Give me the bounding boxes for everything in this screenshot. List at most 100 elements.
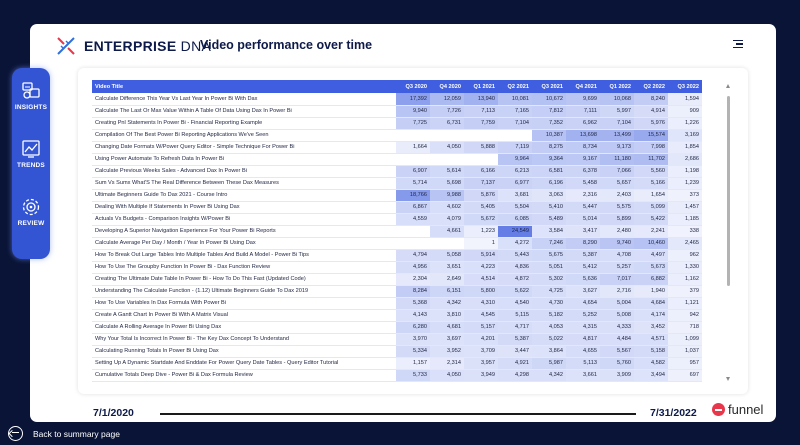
- column-header-video-title[interactable]: Video Title: [92, 80, 396, 93]
- column-header-quarter[interactable]: Q2 2021: [498, 80, 532, 93]
- views-cell: 5,575: [600, 201, 634, 214]
- back-to-summary-button[interactable]: Back to summary page: [8, 426, 120, 441]
- column-header-quarter[interactable]: Q1 2022: [600, 80, 634, 93]
- table-row[interactable]: Creating Pnl Statements In Power Bi - Fi…: [92, 117, 702, 130]
- video-title-cell: How To Use The Groupby Function In Power…: [92, 261, 396, 274]
- views-cell: 5,443: [498, 249, 532, 262]
- views-cell: 9,964: [498, 153, 532, 166]
- column-header-quarter[interactable]: Q3 2021: [532, 80, 566, 93]
- views-cell: 5,004: [600, 297, 634, 310]
- views-cell: 4,956: [396, 261, 430, 274]
- table-row[interactable]: Compilation Of The Best Power Bi Reporti…: [92, 129, 702, 142]
- views-cell: 5,410: [532, 201, 566, 214]
- nav-item-insights[interactable]: INSIGHTS: [12, 80, 50, 111]
- views-cell: 5,387: [498, 333, 532, 346]
- views-cell: 3,952: [430, 345, 464, 358]
- video-title-cell: Calculate The Last Or Max Value Within A…: [92, 105, 396, 118]
- views-cell: 1,157: [396, 357, 430, 370]
- views-cell: 5,698: [430, 177, 464, 190]
- views-cell: 2,314: [430, 357, 464, 370]
- table-row[interactable]: Calculate A Rolling Average In Power Bi …: [92, 321, 702, 334]
- nav-item-review[interactable]: REVIEW: [12, 196, 50, 227]
- table-row[interactable]: Setting Up A Dynamic Startdate And Endda…: [92, 357, 702, 370]
- views-cell: 4,315: [566, 321, 600, 334]
- table-row[interactable]: Ultimate Beginners Guide To Dax 2021 - C…: [92, 189, 702, 202]
- table-row[interactable]: Calculate Average Per Day / Month / Year…: [92, 237, 702, 250]
- views-cell: 6,280: [396, 321, 430, 334]
- views-cell: 1,940: [634, 285, 668, 298]
- table-row[interactable]: Sum Vs Sumx What'S The Real Difference B…: [92, 177, 702, 190]
- table-scrollbar[interactable]: [727, 96, 730, 286]
- table-row[interactable]: Calculate Difference This Year Vs Last Y…: [92, 93, 702, 106]
- views-cell: [430, 153, 464, 166]
- video-title-cell: How To Use Variables In Dax Formula With…: [92, 297, 396, 310]
- scroll-up-arrow-icon[interactable]: [726, 84, 730, 88]
- views-cell: 3,909: [600, 369, 634, 382]
- views-cell: 5,115: [498, 309, 532, 322]
- video-title-cell: Calculating Running Totals In Power Bi U…: [92, 345, 396, 358]
- views-cell: 5,257: [600, 261, 634, 274]
- views-cell: 7,113: [464, 105, 498, 118]
- views-cell: 5,051: [532, 261, 566, 274]
- views-cell: 5,405: [464, 201, 498, 214]
- table-row[interactable]: Understanding The Calculate Function - (…: [92, 285, 702, 298]
- views-cell: 5,622: [498, 285, 532, 298]
- column-header-quarter[interactable]: Q4 2021: [566, 80, 600, 93]
- views-cell: 5,760: [600, 357, 634, 370]
- column-header-quarter[interactable]: Q4 2020: [430, 80, 464, 93]
- table-row[interactable]: Calculate Previous Weeks Sales - Advance…: [92, 165, 702, 178]
- table-row[interactable]: Developing A Superior Navigation Experie…: [92, 225, 702, 238]
- views-cell: 4,836: [498, 261, 532, 274]
- scroll-down-arrow-icon[interactable]: [726, 377, 730, 381]
- filter-menu-icon[interactable]: [733, 40, 743, 50]
- views-cell: 697: [668, 369, 702, 382]
- nav-item-trends[interactable]: TRENDS: [12, 138, 50, 169]
- views-cell: 7,137: [464, 177, 498, 190]
- table-row[interactable]: How To Use The Groupby Function In Power…: [92, 261, 702, 274]
- table-header-row: Video Title Q3 2020 Q4 2020 Q1 2021 Q2 2021 Q…: [92, 80, 702, 93]
- views-cell: 10,672: [532, 93, 566, 106]
- views-cell: 3,584: [532, 225, 566, 238]
- column-header-quarter[interactable]: Q3 2022: [668, 80, 702, 93]
- views-cell: 718: [668, 321, 702, 334]
- funnel-wordmark: funnel: [728, 402, 764, 417]
- views-cell: 5,158: [634, 345, 668, 358]
- table-row[interactable]: Actuals Vs Budgets - Comparison Insights…: [92, 213, 702, 226]
- views-cell: 338: [668, 225, 702, 238]
- views-cell: 5,022: [532, 333, 566, 346]
- table-row[interactable]: Why Your Total Is Incorrect In Power Bi …: [92, 333, 702, 346]
- date-range-end[interactable]: 7/31/2022: [650, 407, 697, 419]
- table-row[interactable]: Creating The Ultimate Date Table In Powe…: [92, 273, 702, 286]
- video-title-cell: Ultimate Beginners Guide To Dax 2021 - C…: [92, 189, 396, 202]
- video-title-cell: Setting Up A Dynamic Startdate And Endda…: [92, 357, 396, 370]
- views-cell: 1,330: [668, 261, 702, 274]
- table-row[interactable]: How To Break Out Large Tables Into Multi…: [92, 249, 702, 262]
- views-cell: 8,734: [566, 141, 600, 154]
- views-cell: [498, 129, 532, 142]
- views-cell: 1,198: [668, 165, 702, 178]
- views-cell: [464, 153, 498, 166]
- table-row[interactable]: Cumulative Totals Deep Dive - Power Bi &…: [92, 369, 702, 382]
- views-cell: 5,976: [634, 117, 668, 130]
- views-cell: 1: [464, 237, 498, 250]
- views-cell: 4,333: [600, 321, 634, 334]
- table-row[interactable]: Calculate The Last Or Max Value Within A…: [92, 105, 702, 118]
- table-row[interactable]: Dealing With Multiple If Statements In P…: [92, 201, 702, 214]
- views-cell: 1,226: [668, 117, 702, 130]
- table-row[interactable]: How To Use Variables In Dax Formula With…: [92, 297, 702, 310]
- table-row[interactable]: Calculating Running Totals In Power Bi U…: [92, 345, 702, 358]
- column-header-quarter[interactable]: Q3 2020: [396, 80, 430, 93]
- video-title-cell: Sum Vs Sumx What'S The Real Difference B…: [92, 177, 396, 190]
- date-range-start[interactable]: 7/1/2020: [93, 407, 134, 419]
- views-cell: 1,654: [634, 189, 668, 202]
- views-cell: 4,174: [634, 309, 668, 322]
- views-cell: 13,698: [566, 129, 600, 142]
- date-range-slider[interactable]: [160, 413, 636, 415]
- views-cell: 10,068: [600, 93, 634, 106]
- table-row[interactable]: Changing Date Formats W/Power Query Edit…: [92, 141, 702, 154]
- column-header-quarter[interactable]: Q2 2022: [634, 80, 668, 93]
- table-row[interactable]: Create A Gantt Chart In Power Bi With A …: [92, 309, 702, 322]
- column-header-quarter[interactable]: Q1 2021: [464, 80, 498, 93]
- table-row[interactable]: Using Power Automate To Refresh Data In …: [92, 153, 702, 166]
- views-cell: 9,699: [566, 93, 600, 106]
